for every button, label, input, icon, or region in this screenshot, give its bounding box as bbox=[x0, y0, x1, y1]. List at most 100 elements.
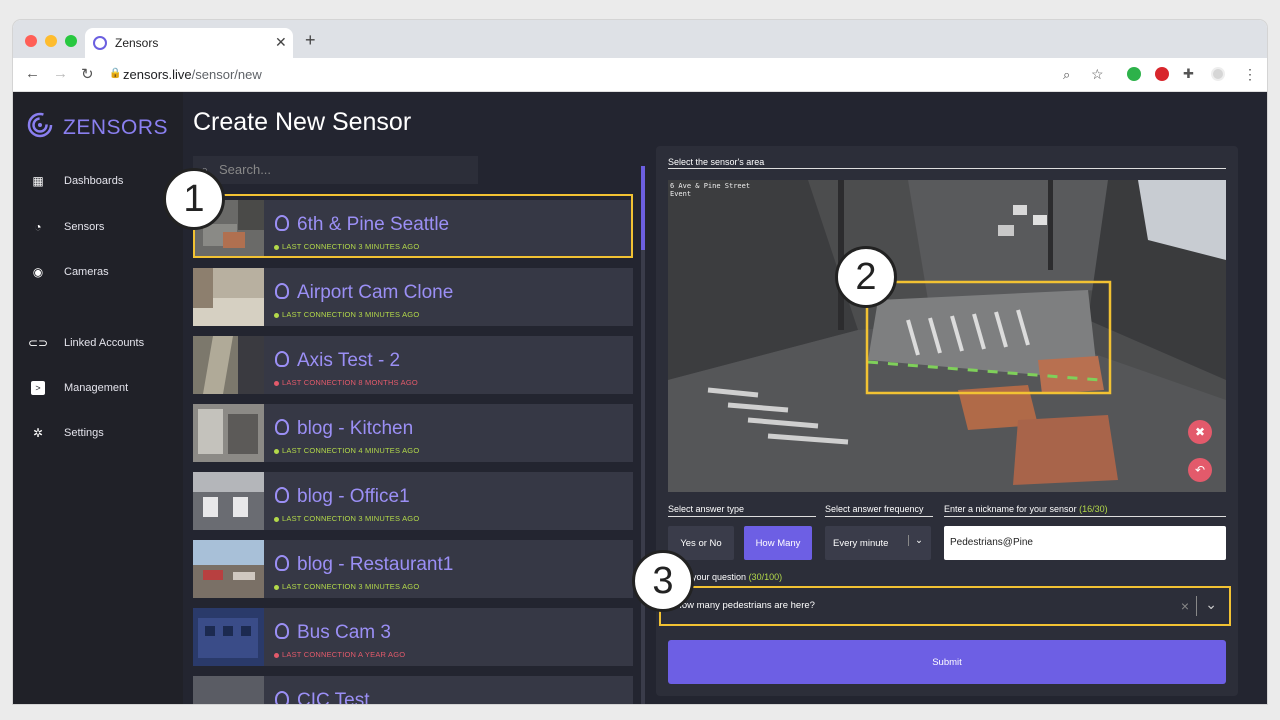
sensor-name: blog - Restaurant1 bbox=[297, 554, 454, 575]
sensor-icon: ◔ bbox=[34, 220, 42, 234]
connection-status: LAST CONNECTION 3 MINUTES AGO bbox=[274, 514, 419, 523]
connection-status: LAST CONNECTION 3 MINUTES AGO bbox=[274, 310, 419, 319]
callout-badge-3: 3 bbox=[632, 550, 694, 612]
sensor-thumbnail bbox=[193, 676, 264, 704]
forward-arrow-icon[interactable]: → bbox=[53, 65, 68, 82]
url-field[interactable]: zensors.live/sensor/new bbox=[123, 67, 262, 82]
street-camera-image bbox=[668, 180, 1226, 492]
minimize-window-button[interactable] bbox=[45, 35, 57, 47]
how-many-button[interactable]: How Many bbox=[744, 526, 812, 560]
menu-kebab-icon[interactable]: ⋮ bbox=[1243, 66, 1257, 83]
highlight-box-1 bbox=[193, 194, 633, 258]
bookmark-star-icon[interactable]: ☆ bbox=[1091, 66, 1104, 83]
camera-icon bbox=[275, 555, 289, 571]
tab-title: Zensors bbox=[115, 36, 159, 50]
divider bbox=[668, 516, 816, 517]
sensor-list-item[interactable]: CIC Test bbox=[193, 676, 633, 704]
search-input[interactable]: ⌕ Search... bbox=[193, 156, 478, 184]
sidebar-item-label: Linked Accounts bbox=[64, 337, 145, 349]
sidebar-item-dashboards[interactable]: ▦ Dashboards bbox=[31, 174, 123, 188]
chevron-down-icon[interactable]: ⌄ bbox=[1205, 596, 1217, 613]
browser-window: Zensors ✕ + ← → ↻ 🔒 zensors.live/sensor/… bbox=[13, 20, 1267, 704]
nickname-label: Enter a nickname for your sensor (16/30) bbox=[944, 504, 1108, 514]
zoom-window-button[interactable] bbox=[65, 35, 77, 47]
sensor-list-item[interactable]: blog - Restaurant1 LAST CONNECTION 3 MIN… bbox=[193, 540, 633, 598]
sensor-name: Bus Cam 3 bbox=[297, 622, 391, 643]
list-scrollbar-thumb[interactable] bbox=[641, 166, 645, 250]
puzzle-extensions-icon[interactable]: ✚ bbox=[1183, 66, 1194, 82]
status-text: LAST CONNECTION 8 MONTHS AGO bbox=[282, 378, 418, 387]
camera-icon bbox=[275, 623, 289, 639]
chevron-down-icon: ⌄ bbox=[908, 535, 923, 546]
sensor-name: CIC Test bbox=[297, 690, 370, 704]
zoom-magnifier-icon[interactable]: ⌕ bbox=[1063, 67, 1070, 83]
sensor-list-item[interactable]: Airport Cam Clone LAST CONNECTION 3 MINU… bbox=[193, 268, 633, 326]
sensor-thumbnail bbox=[193, 404, 264, 462]
status-dot-icon bbox=[274, 380, 279, 386]
zensors-favicon-icon bbox=[93, 36, 107, 50]
back-arrow-icon[interactable]: ← bbox=[25, 65, 40, 82]
brand-name: ZENSORS bbox=[63, 116, 169, 139]
sensor-name: blog - Office1 bbox=[297, 486, 410, 507]
sensor-list-item[interactable]: blog - Office1 LAST CONNECTION 3 MINUTES… bbox=[193, 472, 633, 530]
dashboard-icon: ▦ bbox=[32, 174, 44, 188]
undo-button[interactable]: ↶ bbox=[1188, 458, 1212, 482]
status-text: LAST CONNECTION 3 MINUTES AGO bbox=[282, 310, 420, 319]
nickname-count: (16/30) bbox=[1079, 504, 1108, 514]
camera-icon bbox=[275, 691, 289, 704]
nickname-label-text: Enter a nickname for your sensor bbox=[944, 504, 1077, 514]
sensor-config-panel: Select the sensor's area 6 Ave & Pine St… bbox=[656, 146, 1238, 696]
sensor-list-item[interactable]: Axis Test - 2 LAST CONNECTION 8 MONTHS A… bbox=[193, 336, 633, 394]
address-bar: ← → ↻ 🔒 zensors.live/sensor/new ⌕ ☆ ✚ ⋮ bbox=[13, 58, 1267, 92]
sidebar-item-cameras[interactable]: ◉ Cameras bbox=[31, 265, 109, 279]
red-extension-icon[interactable] bbox=[1155, 67, 1169, 81]
close-window-button[interactable] bbox=[25, 35, 37, 47]
link-icon: ⊂⊃ bbox=[27, 336, 49, 350]
new-tab-button[interactable]: + bbox=[305, 31, 316, 49]
status-dot-icon bbox=[274, 652, 279, 658]
close-tab-icon[interactable]: ✕ bbox=[275, 34, 287, 51]
frequency-label: Select answer frequency bbox=[825, 504, 924, 514]
sensor-name: Axis Test - 2 bbox=[297, 350, 401, 371]
terminal-icon: > bbox=[31, 381, 45, 395]
status-text: LAST CONNECTION 3 MINUTES AGO bbox=[282, 514, 420, 523]
question-label-text: your question bbox=[692, 572, 747, 582]
divider bbox=[825, 516, 933, 517]
gear-icon: ✲ bbox=[32, 426, 44, 440]
question-value: How many pedestrians are here? bbox=[675, 600, 815, 611]
sidebar-item-sensors[interactable]: ◔ Sensors bbox=[31, 220, 104, 234]
search-placeholder: Search... bbox=[219, 162, 272, 177]
sidebar-item-label: Settings bbox=[64, 427, 104, 439]
connection-status: LAST CONNECTION A YEAR AGO bbox=[274, 650, 405, 659]
frequency-select[interactable]: Every minute ⌄ bbox=[825, 526, 931, 560]
sensor-list-item[interactable]: Bus Cam 3 LAST CONNECTION A YEAR AGO bbox=[193, 608, 633, 666]
status-dot-icon bbox=[274, 312, 279, 318]
callout-badge-1: 1 bbox=[163, 168, 225, 230]
browser-tab[interactable]: Zensors ✕ bbox=[85, 28, 293, 58]
sidebar-item-settings[interactable]: ✲ Settings bbox=[31, 426, 104, 440]
reload-icon[interactable]: ↻ bbox=[81, 65, 94, 83]
delete-region-button[interactable]: ✖ bbox=[1188, 420, 1212, 444]
sidebar-item-management[interactable]: > Management bbox=[31, 381, 128, 395]
answer-type-label: Select answer type bbox=[668, 504, 745, 514]
question-select[interactable]: How many pedestrians are here? × ⌄ bbox=[659, 586, 1231, 626]
camera-icon bbox=[275, 487, 289, 503]
submit-button[interactable]: Submit bbox=[668, 640, 1226, 684]
clear-icon[interactable]: × bbox=[1181, 598, 1189, 614]
sensor-list-item[interactable]: blog - Kitchen LAST CONNECTION 4 MINUTES… bbox=[193, 404, 633, 462]
profile-avatar-icon[interactable] bbox=[1211, 67, 1225, 81]
sidebar: ZENSORS ▦ Dashboards ◔ Sensors ◉ Cameras… bbox=[13, 92, 183, 704]
camera-icon bbox=[275, 351, 289, 367]
status-dot-icon bbox=[274, 516, 279, 522]
status-dot-icon bbox=[274, 448, 279, 454]
camera-icon: ◉ bbox=[32, 265, 44, 279]
sensor-thumbnail bbox=[193, 540, 264, 598]
url-host: zensors.live bbox=[123, 67, 192, 82]
nickname-field[interactable]: Pedestrians@Pine bbox=[944, 526, 1226, 560]
connection-status: LAST CONNECTION 8 MONTHS AGO bbox=[274, 378, 418, 387]
status-dot-icon bbox=[274, 584, 279, 590]
sidebar-item-linked-accounts[interactable]: ⊂⊃ Linked Accounts bbox=[27, 336, 145, 350]
green-extension-icon[interactable] bbox=[1127, 67, 1141, 81]
camera-feed[interactable]: 6 Ave & Pine Street Event ✖ ↶ bbox=[668, 180, 1226, 492]
question-label: your question (30/100) bbox=[692, 572, 782, 582]
